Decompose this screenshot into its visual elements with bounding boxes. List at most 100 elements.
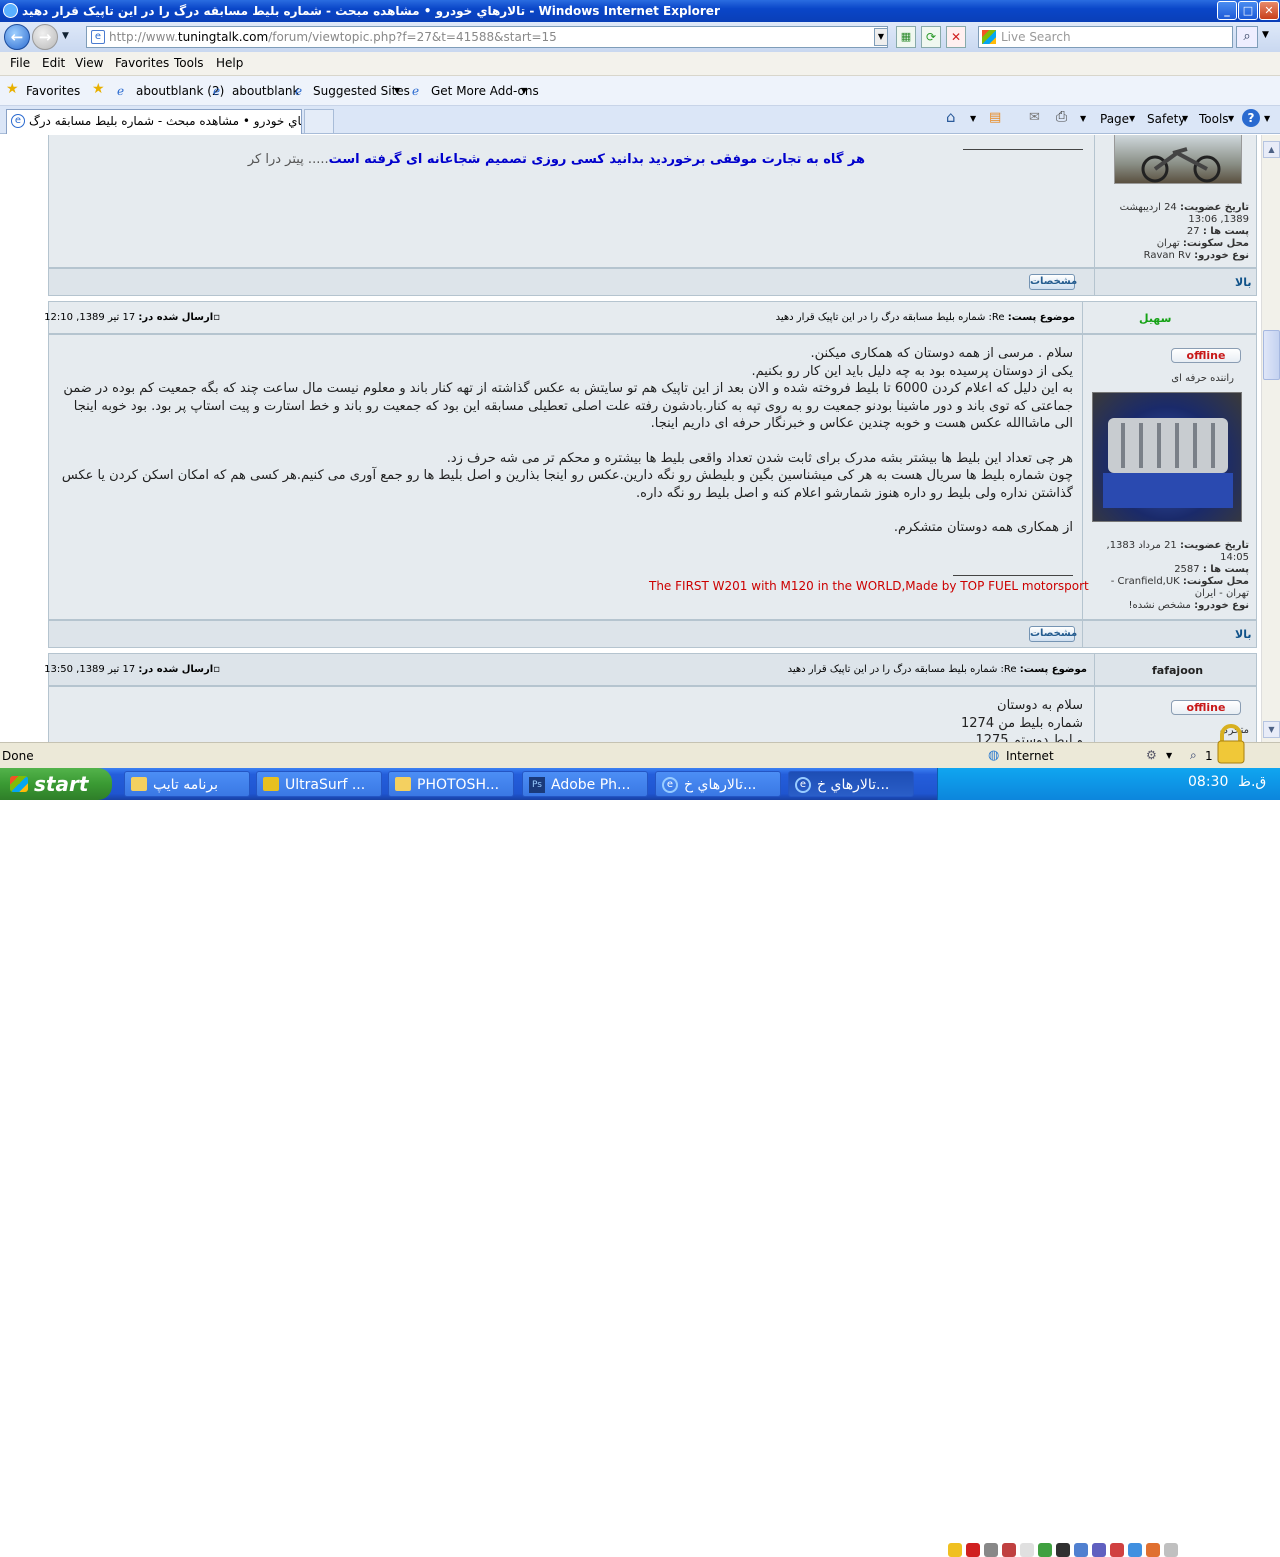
protected-mode-icon[interactable]: ⚙ bbox=[1146, 748, 1157, 762]
chevron-down-icon[interactable]: ▼ bbox=[394, 86, 400, 95]
profile-button[interactable]: مشخصات bbox=[1029, 274, 1077, 290]
menu-help[interactable]: Help bbox=[216, 56, 243, 70]
tray-speaker-icon[interactable] bbox=[984, 1543, 998, 1557]
zoom-level[interactable]: 1 bbox=[1205, 749, 1213, 763]
post-body-container: سلام . مرسی از همه دوستان که همکاری میکن… bbox=[48, 334, 1257, 620]
chevron-down-icon[interactable]: ▼ bbox=[1080, 114, 1086, 123]
subject-text[interactable]: Re: شماره بلیط مسابقه درگ را در این تاپی… bbox=[788, 664, 1017, 675]
scroll-thumb[interactable] bbox=[1263, 330, 1280, 380]
favorites-button[interactable]: Favorites bbox=[26, 84, 80, 98]
chevron-down-icon[interactable]: ▼ bbox=[1166, 751, 1172, 760]
menu-tools[interactable]: Tools bbox=[174, 56, 204, 70]
profile-button[interactable]: مشخصات bbox=[1029, 626, 1077, 642]
menu-file[interactable]: File bbox=[10, 56, 30, 70]
tray-app-icon[interactable] bbox=[1074, 1543, 1088, 1557]
clock-ampm: ق.ظ bbox=[1238, 774, 1267, 790]
profile-value: 27 bbox=[1186, 226, 1200, 237]
tray-app-icon[interactable] bbox=[1056, 1543, 1070, 1557]
taskbar-item[interactable]: UltraSurf ... bbox=[256, 771, 382, 797]
profile-key: پست ها : bbox=[1202, 564, 1249, 575]
tray-monitor-icon[interactable] bbox=[1128, 1543, 1142, 1557]
tray-app-icon[interactable] bbox=[1002, 1543, 1016, 1557]
back-to-top-link[interactable]: بالا bbox=[1235, 276, 1251, 289]
menu-edit[interactable]: Edit bbox=[42, 56, 65, 70]
chevron-down-icon[interactable]: ▼ bbox=[521, 86, 527, 95]
post-icon[interactable]: ▫ bbox=[213, 664, 220, 675]
address-input[interactable]: e http://www.tuningtalk.com/forum/viewto… bbox=[86, 26, 888, 48]
post-header: fafajoon موضوع پست: Re: شماره بلیط مسابق… bbox=[44, 653, 1257, 686]
chevron-down-icon[interactable]: ▼ bbox=[970, 114, 976, 123]
ie-page-icon: ℯ bbox=[213, 84, 221, 98]
scroll-down-button[interactable]: ▼ bbox=[1263, 721, 1280, 738]
stop-icon[interactable]: ✕ bbox=[946, 26, 966, 48]
menu-favorites[interactable]: Favorites bbox=[115, 56, 169, 70]
tab-active[interactable]: e تالارهاي خودرو • مشاهده مبحث - شماره ب… bbox=[6, 109, 302, 134]
zoom-icon[interactable]: ⌕ bbox=[1190, 748, 1197, 763]
back-button[interactable]: ← bbox=[4, 24, 30, 50]
tools-menu[interactable]: Tools bbox=[1199, 112, 1229, 126]
forward-button[interactable]: → bbox=[32, 24, 58, 50]
tray-app-icon[interactable] bbox=[1164, 1543, 1178, 1557]
post-author[interactable]: سهیل bbox=[1139, 312, 1171, 325]
safety-menu[interactable]: Safety bbox=[1147, 112, 1185, 126]
print-icon[interactable]: ⎙ bbox=[1056, 109, 1067, 125]
chevron-down-icon[interactable]: ▼ bbox=[1264, 114, 1270, 123]
taskbar-item[interactable]: برنامه تايپ bbox=[124, 771, 250, 797]
search-go-icon[interactable]: ⌕ bbox=[1236, 26, 1258, 48]
vertical-scrollbar[interactable]: ▲ ▼ bbox=[1261, 135, 1280, 742]
subject-text[interactable]: Re: شماره بلیط مسابقه درگ را در این تاپی… bbox=[776, 312, 1005, 323]
taskbar-item-active[interactable]: e تالارهاي خ... bbox=[788, 771, 914, 797]
minimize-button[interactable]: _ bbox=[1217, 1, 1237, 20]
profile-key: پست ها : bbox=[1202, 226, 1249, 237]
signature-divider bbox=[953, 575, 1073, 576]
post-author[interactable]: fafajoon bbox=[1152, 664, 1203, 677]
rss-icon[interactable]: ▤ bbox=[989, 110, 1001, 125]
start-button[interactable]: start bbox=[0, 768, 112, 800]
chevron-down-icon: ▼ bbox=[1228, 114, 1235, 123]
new-tab-button[interactable] bbox=[304, 109, 334, 134]
compatibility-icon[interactable]: ▦ bbox=[896, 26, 916, 48]
windows-logo-icon bbox=[10, 776, 28, 792]
address-dropdown-icon[interactable]: ▼ bbox=[874, 28, 888, 46]
maximize-button[interactable]: □ bbox=[1238, 1, 1258, 20]
post-subject: موضوع پست: Re: شماره بلیط مسابقه درگ را … bbox=[609, 312, 1075, 323]
profile-value: تهران bbox=[1156, 238, 1180, 249]
search-options-icon[interactable]: ▼ bbox=[1262, 30, 1269, 40]
post-line: سلام . مرسی از همه دوستان که همکاری میکن… bbox=[810, 346, 1073, 361]
refresh-icon[interactable]: ⟳ bbox=[921, 26, 941, 48]
taskbar-item[interactable]: PHOTOSH... bbox=[388, 771, 514, 797]
chevron-down-icon: ▼ bbox=[1182, 114, 1189, 123]
tray-bluetooth-icon[interactable] bbox=[1092, 1543, 1106, 1557]
taskbar-item[interactable]: e تالارهاي خ... bbox=[655, 771, 781, 797]
post-previous: هر گاه به تجارت موفقی برخوردید بدانید کس… bbox=[48, 135, 1257, 268]
post-icon[interactable]: ▫ bbox=[213, 312, 220, 323]
tray-antivirus-icon[interactable] bbox=[966, 1543, 980, 1557]
search-input[interactable]: Live Search bbox=[978, 26, 1233, 48]
menu-view[interactable]: View bbox=[75, 56, 103, 70]
profile-car: نوع خودرو: Ravan Rv bbox=[1099, 250, 1249, 262]
lock-icon bbox=[1214, 723, 1248, 765]
back-to-top-link[interactable]: بالا bbox=[1235, 628, 1251, 641]
add-favorite-icon[interactable]: ★ bbox=[92, 81, 105, 97]
task-label: برنامه تايپ bbox=[153, 777, 219, 793]
tray-app-icon[interactable] bbox=[1146, 1543, 1160, 1557]
tray-app-icon[interactable] bbox=[1110, 1543, 1124, 1557]
tray-shield-icon[interactable] bbox=[948, 1543, 962, 1557]
clock[interactable]: 08:30 bbox=[1188, 774, 1228, 790]
tab-bar: e تالارهاي خودرو • مشاهده مبحث - شماره ب… bbox=[0, 106, 1280, 134]
history-dropdown-icon[interactable]: ▼ bbox=[62, 31, 69, 41]
close-button[interactable]: ✕ bbox=[1259, 1, 1279, 20]
fav-link-1[interactable]: aboutblank (2) bbox=[136, 84, 224, 98]
home-icon[interactable]: ⌂ bbox=[946, 108, 956, 126]
window-title-bar: تالارهاي خودرو • مشاهده مبحث - شماره بلي… bbox=[0, 0, 1280, 22]
tray-network-icon[interactable] bbox=[1020, 1543, 1034, 1557]
scroll-up-button[interactable]: ▲ bbox=[1263, 141, 1280, 158]
mail-icon[interactable]: ✉ bbox=[1029, 110, 1040, 125]
page-menu[interactable]: Page bbox=[1100, 112, 1129, 126]
profile-value: Ravan Rv bbox=[1143, 250, 1191, 261]
tray-app-icon[interactable] bbox=[1038, 1543, 1052, 1557]
help-icon[interactable]: ? bbox=[1242, 109, 1260, 127]
fav-link-2[interactable]: aboutblank bbox=[232, 84, 299, 98]
taskbar-item[interactable]: Ps Adobe Ph... bbox=[522, 771, 648, 797]
url-path: /forum/viewtopic.php?f=27&t=41588&start=… bbox=[268, 30, 557, 44]
